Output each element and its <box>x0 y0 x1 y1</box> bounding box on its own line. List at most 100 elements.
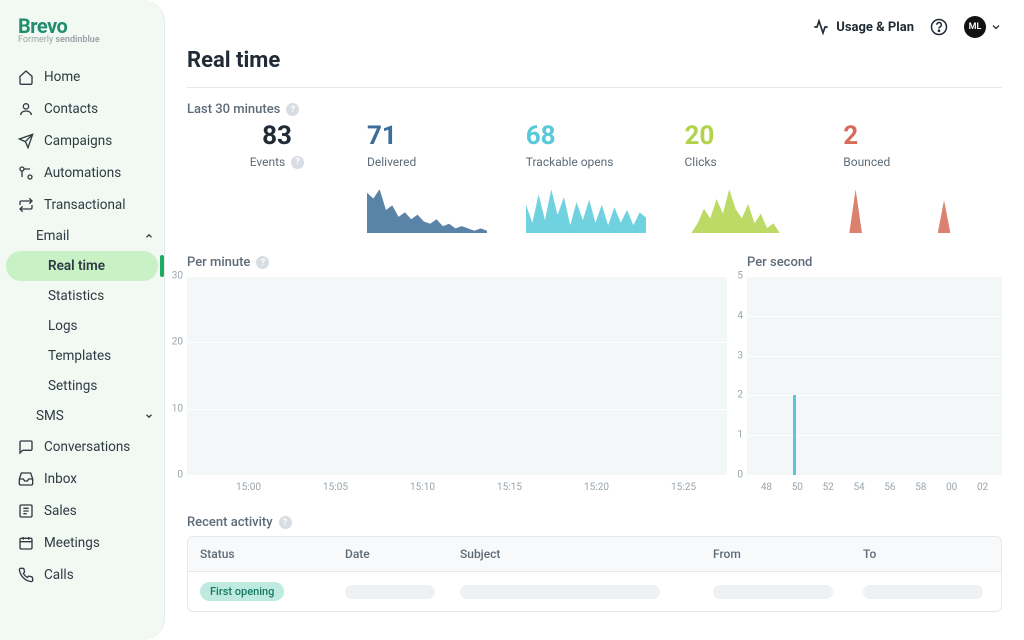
sidebar-nav: Home Contacts Campaigns Automations <box>0 61 164 591</box>
charts-row: Per minute ? 0102030 15:0015:0515:1015:1… <box>187 255 1002 493</box>
stat-events: 83 Events ? <box>187 123 367 169</box>
chevron-down-icon <box>144 411 154 421</box>
per-second-chart: Per second 012345 4850525456580002 <box>747 255 1002 493</box>
sidebar-item-transactional[interactable]: Transactional <box>0 189 164 221</box>
main-content: Usage & Plan ML Real time Last 30 minute… <box>165 0 1024 640</box>
chevron-up-icon <box>144 231 154 241</box>
sidebar-sub-realtime[interactable]: Real time <box>6 251 158 281</box>
sales-icon <box>18 503 34 519</box>
chart-area-minute: 0102030 <box>187 276 727 476</box>
sidebar-item-sales[interactable]: Sales <box>0 495 164 527</box>
last30-label: Last 30 minutes ? <box>187 102 1002 117</box>
chart-area-second: 012345 <box>747 276 1002 476</box>
table-row[interactable]: First opening <box>188 571 1001 611</box>
stat-opens: 68 Trackable opens <box>526 123 685 233</box>
transactional-icon <box>18 197 34 213</box>
sidebar-item-label: Contacts <box>44 101 98 117</box>
inbox-icon <box>18 471 34 487</box>
sidebar-item-meetings[interactable]: Meetings <box>0 527 164 559</box>
sidebar-sub-sms[interactable]: SMS <box>0 401 164 431</box>
sidebar-item-automations[interactable]: Automations <box>0 157 164 189</box>
sidebar-sub-email[interactable]: Email <box>0 221 164 251</box>
recent-activity: Recent activity ? Status Date Subject Fr… <box>187 515 1002 612</box>
placeholder <box>345 585 435 599</box>
status-badge: First opening <box>200 582 284 601</box>
avatar: ML <box>964 16 986 38</box>
sparkline-opens <box>526 187 646 233</box>
sidebar-sub-logs[interactable]: Logs <box>0 311 164 341</box>
sparkline-delivered <box>367 187 487 233</box>
sidebar-item-label: Automations <box>44 165 121 181</box>
stat-value: 83 <box>187 123 367 149</box>
recent-activity-label: Recent activity ? <box>187 515 1002 530</box>
stat-delivered: 71 Delivered <box>367 123 526 233</box>
per-minute-label: Per minute ? <box>187 255 727 270</box>
sidebar-item-label: Inbox <box>44 471 77 487</box>
sparkline-bounced <box>843 187 963 233</box>
col-to: To <box>851 537 1001 571</box>
divider <box>187 87 1002 88</box>
stat-value: 2 <box>843 123 1002 149</box>
sidebar-sub-statistics[interactable]: Statistics <box>0 281 164 311</box>
automation-icon <box>18 165 34 181</box>
send-icon <box>18 133 34 149</box>
xaxis-second: 4850525456580002 <box>747 482 1002 493</box>
sidebar-sub-label: Logs <box>48 318 78 334</box>
account-menu[interactable]: ML <box>964 16 1002 38</box>
per-second-label: Per second <box>747 255 1002 270</box>
stat-bounced: 2 Bounced <box>843 123 1002 233</box>
stat-clicks: 20 Clicks <box>685 123 844 233</box>
stat-label: Clicks <box>685 155 844 169</box>
chat-icon <box>18 439 34 455</box>
col-from: From <box>701 537 851 571</box>
sidebar-sub-settings[interactable]: Settings <box>0 371 164 401</box>
stat-label: Events ? <box>187 155 367 169</box>
stat-label: Bounced <box>843 155 1002 169</box>
help-icon[interactable] <box>930 18 948 36</box>
per-minute-chart: Per minute ? 0102030 15:0015:0515:1015:1… <box>187 255 727 493</box>
sidebar-item-label: Transactional <box>44 197 126 213</box>
page-title: Real time <box>187 48 1002 73</box>
sidebar-sub-label: Email <box>36 228 69 244</box>
topbar: Usage & Plan ML <box>187 16 1002 38</box>
sidebar-sub-label: Statistics <box>48 288 104 304</box>
col-subject: Subject <box>448 537 701 571</box>
stat-value: 71 <box>367 123 526 149</box>
placeholder <box>863 585 983 599</box>
activity-icon <box>812 18 830 36</box>
xaxis-minute: 15:0015:0515:1015:1515:2015:25 <box>187 482 727 493</box>
sidebar-item-label: Conversations <box>44 439 130 455</box>
sidebar-item-label: Sales <box>44 503 77 519</box>
brand-logo: Brevo Formerly sendinblue <box>0 14 164 55</box>
sidebar-item-label: Calls <box>44 567 74 583</box>
sidebar-item-calls[interactable]: Calls <box>0 559 164 591</box>
home-icon <box>18 69 34 85</box>
col-status: Status <box>188 537 333 571</box>
sidebar-item-label: Meetings <box>44 535 100 551</box>
sidebar-item-campaigns[interactable]: Campaigns <box>0 125 164 157</box>
help-badge-icon[interactable]: ? <box>286 103 299 116</box>
col-date: Date <box>333 537 448 571</box>
placeholder <box>713 585 833 599</box>
help-badge-icon[interactable]: ? <box>279 516 292 529</box>
help-badge-icon[interactable]: ? <box>291 156 304 169</box>
sidebar-item-contacts[interactable]: Contacts <box>0 93 164 125</box>
sidebar-item-inbox[interactable]: Inbox <box>0 463 164 495</box>
sidebar-item-home[interactable]: Home <box>0 61 164 93</box>
sidebar-sub-label: Settings <box>48 378 97 394</box>
help-badge-icon[interactable]: ? <box>256 256 269 269</box>
chevron-down-icon <box>990 21 1002 33</box>
sidebar-sub-label: Real time <box>48 258 105 274</box>
stats-row: 83 Events ? 71 Delivered 68 Trackable op… <box>187 123 1002 233</box>
sidebar-sub-label: Templates <box>48 348 111 364</box>
activity-table: Status Date Subject From To First openin… <box>187 536 1002 612</box>
phone-icon <box>18 567 34 583</box>
sidebar-item-conversations[interactable]: Conversations <box>0 431 164 463</box>
sidebar-item-label: Home <box>44 69 80 85</box>
stat-label: Delivered <box>367 155 526 169</box>
sidebar-sub-label: SMS <box>36 408 64 424</box>
usage-plan-button[interactable]: Usage & Plan <box>812 18 914 36</box>
usage-plan-label: Usage & Plan <box>836 20 914 35</box>
sidebar-sub-templates[interactable]: Templates <box>0 341 164 371</box>
brand-subtitle: Formerly sendinblue <box>18 35 164 45</box>
